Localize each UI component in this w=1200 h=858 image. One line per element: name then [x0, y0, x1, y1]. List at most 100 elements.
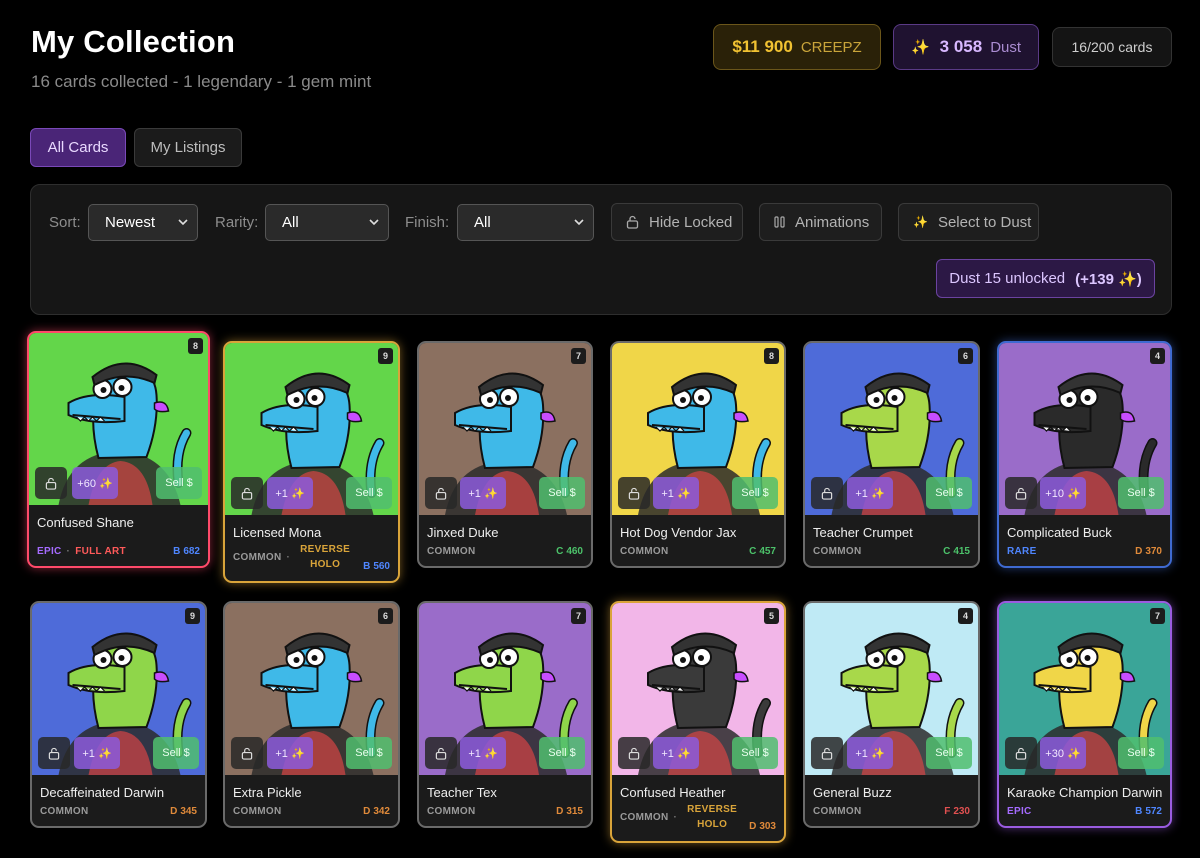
dust-button[interactable]: +1 ✨	[267, 737, 313, 769]
collection-card[interactable]: 4 +1 ✨ Sell $ General Buzz COMMON F 230	[803, 601, 980, 828]
lock-open-icon	[45, 477, 57, 490]
card-level-badge: 6	[958, 348, 973, 364]
rarity-select[interactable]: All	[265, 204, 389, 241]
sell-button[interactable]: Sell $	[156, 467, 202, 499]
filter-panel: Sort: Newest Rarity: All Finish: All Hid…	[30, 184, 1172, 315]
card-info: Hot Dog Vendor Jax	[612, 515, 784, 566]
dust-button[interactable]: +60 ✨	[72, 467, 118, 499]
dust-button[interactable]: +1 ✨	[847, 477, 893, 509]
sell-button[interactable]: Sell $	[539, 737, 585, 769]
card-rarity: COMMON	[813, 806, 862, 817]
card-level-badge: 4	[1150, 348, 1165, 364]
card-rarity: COMMON	[620, 811, 669, 823]
dust-unit: Dust	[990, 38, 1022, 56]
card-rarity: COMMON	[427, 806, 476, 817]
collection-card[interactable]: 8 +1 ✨ Sell $ Hot Dog Vendor Jax COMMON …	[610, 341, 786, 568]
sell-button[interactable]: Sell $	[732, 737, 778, 769]
sparkles-icon: ✨	[910, 39, 930, 56]
lock-button[interactable]	[231, 477, 263, 509]
grade-letter: C	[749, 546, 757, 557]
tab-all-cards[interactable]: All Cards	[30, 128, 126, 167]
card-info: Teacher Crumpet	[805, 515, 978, 566]
collection-card[interactable]: 9 +1 ✨ Sell $ Licensed Mona COMMON · REV…	[223, 341, 400, 583]
collection-card[interactable]: 5 +1 ✨ Sell $ Confused Heather COMMON · …	[610, 601, 786, 843]
sort-label: Sort:	[49, 214, 81, 231]
card-tags: COMMON	[233, 806, 281, 817]
dust-button[interactable]: +1 ✨	[267, 477, 313, 509]
dust-button[interactable]: +1 ✨	[74, 737, 120, 769]
sell-button[interactable]: Sell $	[346, 737, 392, 769]
card-name: Teacher Tex	[427, 785, 497, 800]
creepz-unit: CREEPZ	[800, 38, 862, 56]
card-tags: RARE	[1007, 546, 1037, 557]
collection-card[interactable]: 4 +10 ✨ Sell $ Complicated Buck RARE D 37…	[997, 341, 1172, 568]
chevron-down-icon	[574, 219, 584, 226]
lock-button[interactable]	[1005, 737, 1037, 769]
sell-button[interactable]: Sell $	[732, 477, 778, 509]
sell-button[interactable]: Sell $	[1118, 737, 1164, 769]
card-rarity: RARE	[1007, 546, 1037, 557]
sell-button[interactable]: Sell $	[1118, 477, 1164, 509]
sell-button[interactable]: Sell $	[539, 477, 585, 509]
tab-my-listings[interactable]: My Listings	[134, 128, 242, 167]
sell-button[interactable]: Sell $	[346, 477, 392, 509]
finish-label: Finish:	[405, 214, 450, 231]
lock-button[interactable]	[811, 737, 843, 769]
card-info: Decaffeinated Darwin	[32, 775, 205, 826]
dust-unlocked-button[interactable]: Dust 15 unlocked (+139 ✨)	[936, 259, 1155, 298]
card-grade: F 230	[944, 806, 970, 817]
sell-button[interactable]: Sell $	[153, 737, 199, 769]
dust-balance: ✨ 3 058 Dust	[893, 24, 1039, 70]
dust-button[interactable]: +1 ✨	[460, 477, 506, 509]
collection-card[interactable]: 7 +1 ✨ Sell $ Teacher Tex COMMON D 315	[417, 601, 593, 828]
lock-button[interactable]	[618, 477, 650, 509]
collection-card[interactable]: 9 +1 ✨ Sell $ Decaffeinated Darwin COMMO…	[30, 601, 207, 828]
sort-select[interactable]: Newest	[88, 204, 198, 241]
finish-select[interactable]: All	[457, 204, 594, 241]
hide-locked-button[interactable]: Hide Locked	[611, 203, 743, 241]
card-level-badge: 9	[378, 348, 393, 364]
card-tags: COMMON	[427, 806, 475, 817]
dust-button[interactable]: +30 ✨	[1040, 737, 1086, 769]
collection-card[interactable]: 7 +30 ✨ Sell $ Karaoke Champion Darwin E…	[997, 601, 1172, 828]
lock-open-icon	[1015, 747, 1027, 760]
lock-button[interactable]	[35, 467, 67, 499]
collection-card[interactable]: 8 +60 ✨ Sell $ Confused Shane EPIC · FUL…	[27, 331, 210, 568]
sell-button[interactable]: Sell $	[926, 737, 972, 769]
card-info: General Buzz	[805, 775, 978, 826]
collection-card[interactable]: 7 +1 ✨ Sell $ Jinxed Duke COMMON C 460	[417, 341, 593, 568]
rarity-value: All	[282, 214, 299, 231]
card-info: Karaoke Champion Darwin	[999, 775, 1170, 826]
dust-amount: 3 058	[939, 37, 983, 56]
lock-button[interactable]	[425, 477, 457, 509]
grade-letter: D	[170, 806, 178, 817]
animations-button[interactable]: Animations	[759, 203, 882, 241]
lock-open-icon	[435, 487, 447, 500]
card-finish: REVERSE HOLO	[687, 804, 738, 830]
lock-button[interactable]	[618, 737, 650, 769]
select-to-dust-button[interactable]: ✨ Select to Dust	[898, 203, 1039, 241]
cards-count: 16/200 cards	[1052, 27, 1172, 67]
card-name: Extra Pickle	[233, 785, 302, 800]
card-level-badge: 8	[764, 348, 779, 364]
grade-letter: C	[556, 546, 564, 557]
lock-open-icon	[48, 747, 60, 760]
grade-letter: B	[1135, 806, 1143, 817]
dust-button[interactable]: +1 ✨	[460, 737, 506, 769]
lock-button[interactable]	[425, 737, 457, 769]
sell-button[interactable]: Sell $	[926, 477, 972, 509]
lock-button[interactable]	[1005, 477, 1037, 509]
dust-button[interactable]: +10 ✨	[1040, 477, 1086, 509]
lock-button[interactable]	[231, 737, 263, 769]
lock-button[interactable]	[811, 477, 843, 509]
lock-button[interactable]	[38, 737, 70, 769]
dust-button[interactable]: +1 ✨	[653, 477, 699, 509]
card-tags: COMMON · REVERSE HOLO	[620, 802, 742, 832]
collection-card[interactable]: 6 +1 ✨ Sell $ Teacher Crumpet COMMON C 41…	[803, 341, 980, 568]
card-name: Jinxed Duke	[427, 525, 499, 540]
dust-button[interactable]: +1 ✨	[653, 737, 699, 769]
card-grade: C 457	[749, 546, 776, 557]
card-grade: C 460	[556, 546, 583, 557]
dust-button[interactable]: +1 ✨	[847, 737, 893, 769]
collection-card[interactable]: 6 +1 ✨ Sell $ Extra Pickle COMMON D 342	[223, 601, 400, 828]
